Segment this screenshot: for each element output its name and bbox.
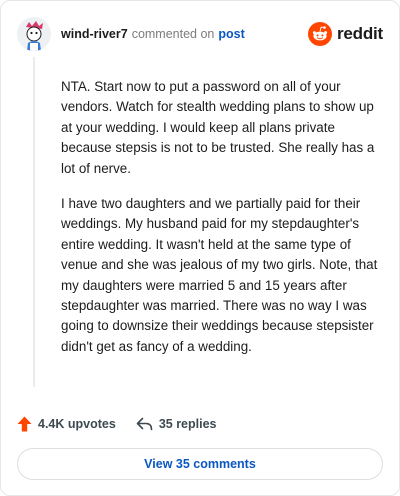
thread-line bbox=[33, 57, 35, 387]
replies-button[interactable]: 35 replies bbox=[136, 417, 217, 431]
reddit-logo-text: reddit bbox=[336, 24, 383, 43]
comment-paragraph: NTA. Start now to put a password on all … bbox=[61, 79, 375, 176]
avatar-icon bbox=[17, 17, 51, 51]
upvote-button[interactable]: 4.4K upvotes bbox=[17, 416, 116, 432]
reply-arrow-icon bbox=[136, 417, 153, 431]
reddit-logo[interactable]: reddit bbox=[307, 22, 383, 46]
reply-count: 35 replies bbox=[158, 417, 217, 431]
comment-body: NTA. Start now to put a password on all … bbox=[61, 77, 381, 357]
upvote-count: 4.4K upvotes bbox=[38, 417, 116, 431]
view-comments-button[interactable]: View 35 comments bbox=[17, 448, 383, 480]
upvote-arrow-icon bbox=[17, 416, 32, 432]
comment-header: wind-river7 commented on post reddit bbox=[17, 17, 383, 51]
comment-footer: 4.4K upvotes 35 replies bbox=[17, 414, 217, 434]
commented-on-label: commented on bbox=[131, 27, 215, 41]
post-link[interactable]: post bbox=[218, 27, 244, 41]
avatar[interactable] bbox=[17, 17, 51, 51]
username[interactable]: wind-river7 bbox=[61, 27, 128, 41]
reddit-logo-icon bbox=[307, 22, 332, 46]
comment-card: wind-river7 commented on post reddit NTA… bbox=[0, 0, 400, 496]
comment-meta: wind-river7 commented on post bbox=[61, 27, 245, 41]
comment-paragraph: I have two daughters and we partially pa… bbox=[61, 196, 378, 354]
